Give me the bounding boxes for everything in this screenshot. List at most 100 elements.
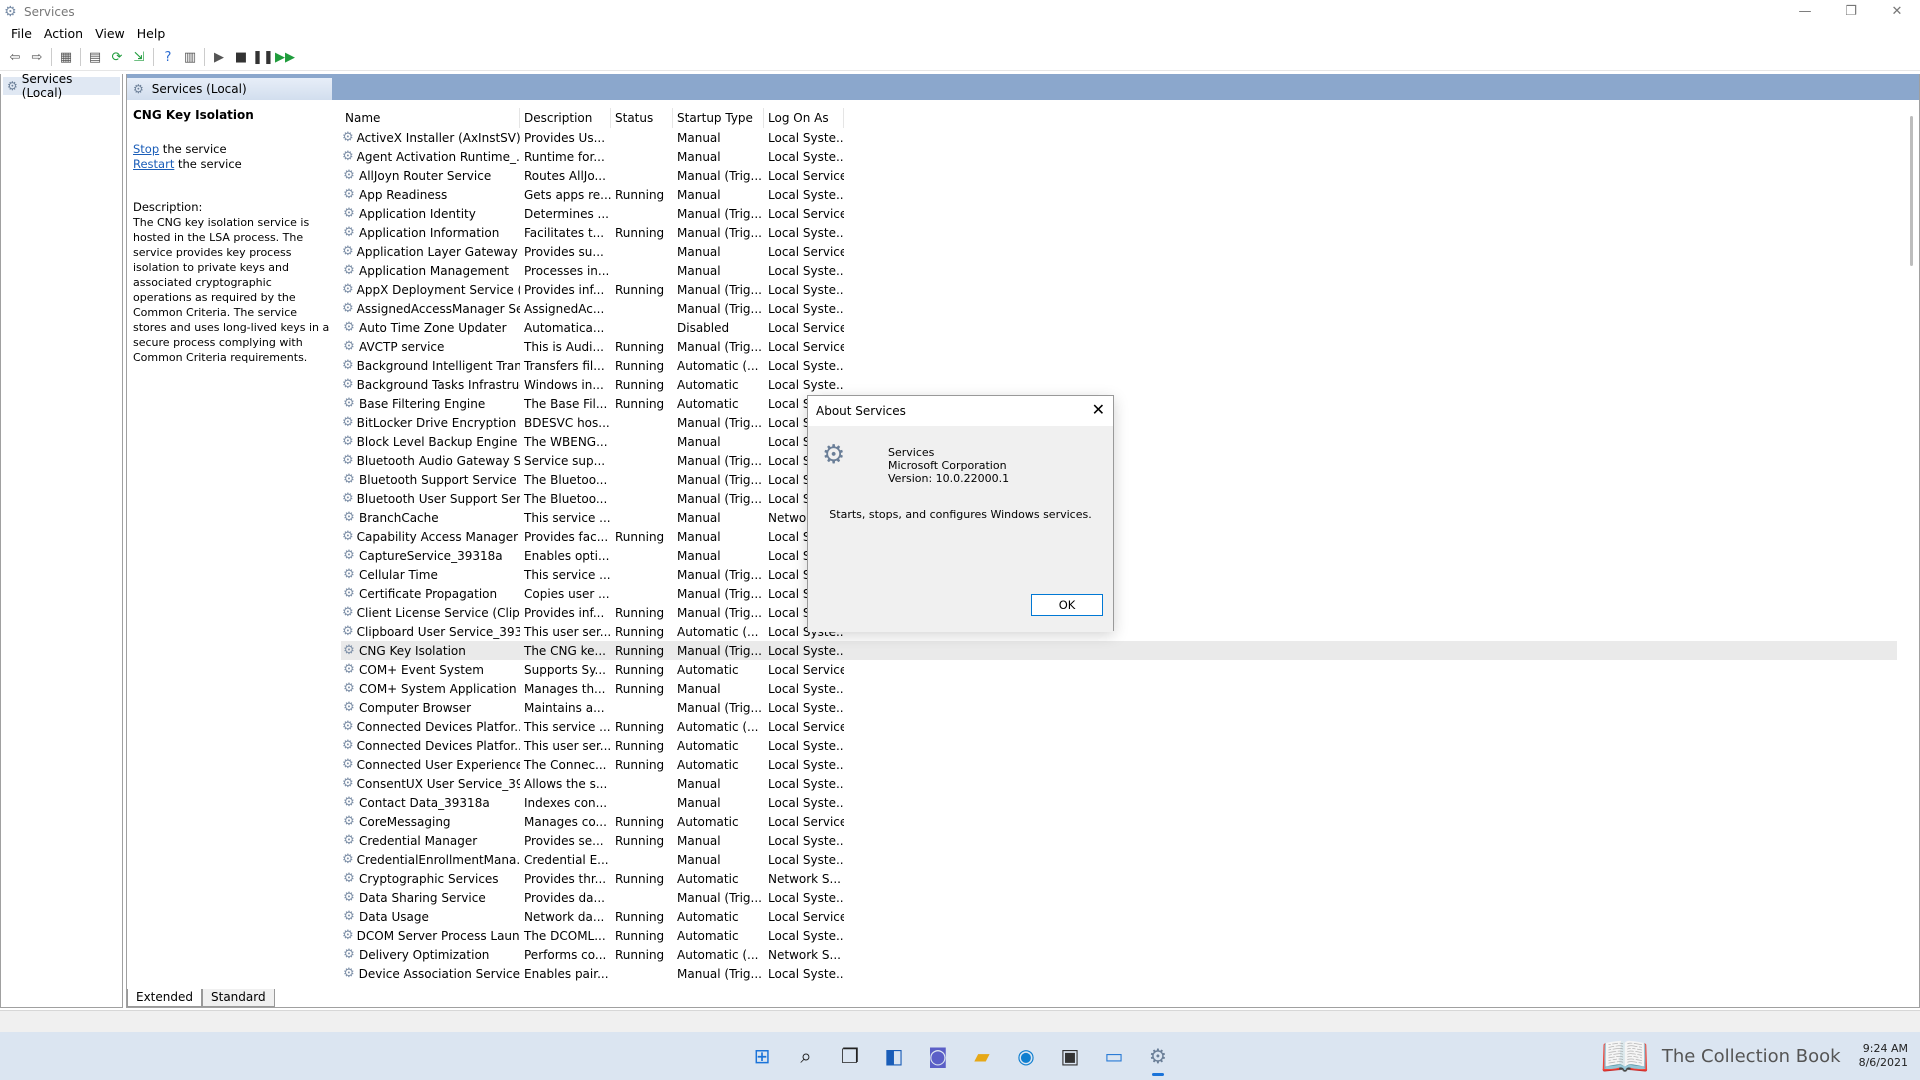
service-description: Facilitates t... <box>524 225 605 240</box>
file-explorer-icon[interactable]: ▰ <box>968 1042 996 1070</box>
service-row[interactable]: ⚙ Base Filtering Engine The Base Fil... Run… <box>341 394 1897 413</box>
column-logon-header[interactable]: Log On As <box>764 108 844 128</box>
service-row[interactable]: ⚙ Application Layer Gateway ... Provides s… <box>341 242 1897 261</box>
service-row[interactable]: ⚙ Computer Browser Maintains a... Manual (T… <box>341 698 1897 717</box>
service-startup-type: Manual (Trig... <box>677 282 762 297</box>
service-row[interactable]: ⚙ App Readiness Gets apps re... Running Manu… <box>341 185 1897 204</box>
service-row[interactable]: ⚙ Background Intelligent Tran... Transfers… <box>341 356 1897 375</box>
service-row[interactable]: ⚙ ActiveX Installer (AxInstSV) Provides Us… <box>341 128 1897 147</box>
service-row[interactable]: ⚙ Agent Activation Runtime_... Runtime for… <box>341 147 1897 166</box>
service-row[interactable]: ⚙ Data Usage Network da... Running Automatic… <box>341 907 1897 926</box>
vertical-scrollbar[interactable] <box>1905 100 1919 984</box>
column-startup-header[interactable]: Startup Type <box>673 108 764 128</box>
service-row[interactable]: ⚙ COM+ System Application Manages th... Run… <box>341 679 1897 698</box>
stop-service-icon[interactable]: ■ <box>230 46 252 68</box>
service-row[interactable]: ⚙Client License Service (ClipS... Provide… <box>341 603 1897 622</box>
service-row[interactable]: ⚙ CredentialEnrollmentMana... Credential E… <box>341 850 1897 869</box>
pause-service-icon[interactable]: ❚❚ <box>252 46 274 68</box>
service-row[interactable]: ⚙ Device Association Service Enables pair.… <box>341 964 1897 983</box>
task-view-icon[interactable]: ❐ <box>836 1042 864 1070</box>
column-name-header[interactable]: ^ Name <box>341 100 520 128</box>
tree-item-services-local[interactable]: ⚙ Services (Local) <box>3 72 120 100</box>
service-row[interactable]: ⚙ Contact Data_39318a Indexes con... Manual… <box>341 793 1897 812</box>
restart-service-link[interactable]: Restart <box>133 157 174 171</box>
tab-standard[interactable]: Standard <box>202 989 275 1007</box>
column-description-header[interactable]: Description <box>520 108 611 128</box>
service-row[interactable]: ⚙ Block Level Backup Engine ... The WBENG.… <box>341 432 1897 451</box>
service-row[interactable]: ⚙ Capability Access Manager ... Provides f… <box>341 527 1897 546</box>
tab-extended[interactable]: Extended <box>127 989 202 1007</box>
service-row[interactable]: ⚙ BranchCache This service ... Manual Networ… <box>341 508 1897 527</box>
service-row[interactable]: ⚙ Bluetooth User Support Ser... The Blueto… <box>341 489 1897 508</box>
refresh-icon[interactable]: ⟳ <box>106 46 128 68</box>
service-row[interactable]: ⚙ Connected User Experience... The Connec.… <box>341 755 1897 774</box>
services-taskbar-icon[interactable]: ⚙ <box>1144 1042 1172 1076</box>
service-gear-icon: ⚙ <box>343 814 355 829</box>
service-name-cell: ⚙ Agent Activation Runtime_... <box>341 150 520 164</box>
service-row[interactable]: ⚙ Background Tasks Infrastruc... Windows i… <box>341 375 1897 394</box>
menu-action[interactable]: Action <box>41 26 92 41</box>
service-startup-type: Automatic <box>677 396 739 411</box>
forward-icon[interactable]: ⇨ <box>26 46 48 68</box>
service-row[interactable]: ⚙ AllJoyn Router Service Routes AllJo... Ma… <box>341 166 1897 185</box>
service-row[interactable]: ⚙ COM+ Event System Supports Sy... Running A… <box>341 660 1897 679</box>
service-row[interactable]: ⚙ Certificate Propagation Copies user ... M… <box>341 584 1897 603</box>
dialog-close-button[interactable]: ✕ <box>1092 402 1105 418</box>
start-icon[interactable]: ⊞ <box>748 1042 776 1070</box>
show-action-pane-icon[interactable]: ▥ <box>179 46 201 68</box>
service-row[interactable]: ⚙ Delivery Optimization Performs co... Runn… <box>341 945 1897 964</box>
export-list-icon[interactable]: ⇲ <box>128 46 150 68</box>
service-gear-icon: ⚙ <box>343 168 355 183</box>
menu-help[interactable]: Help <box>134 26 175 41</box>
restart-service-icon[interactable]: ▶▶ <box>274 46 296 68</box>
service-row[interactable]: ⚙ Auto Time Zone Updater Automatica... Disa… <box>341 318 1897 337</box>
stop-service-link[interactable]: Stop <box>133 142 159 156</box>
service-row[interactable]: ⚙ CaptureService_39318a Enables opti... Man… <box>341 546 1897 565</box>
service-row[interactable]: ⚙ CoreMessaging Manages co... Running Automa… <box>341 812 1897 831</box>
service-row[interactable]: ⚙ Cryptographic Services Provides thr... Ru… <box>341 869 1897 888</box>
chat-icon[interactable]: ◙ <box>924 1042 952 1070</box>
service-row[interactable]: ⚙ Application Information Facilitates t...… <box>341 223 1897 242</box>
service-row[interactable]: ⚙ AssignedAccessManager Se... AssignedAc..… <box>341 299 1897 318</box>
service-row[interactable]: ⚙ Cellular Time This service ... Manual (Tr… <box>341 565 1897 584</box>
service-row[interactable]: ⚙ Bluetooth Audio Gateway S... Service sup… <box>341 451 1897 470</box>
store-icon[interactable]: ▣ <box>1056 1042 1084 1070</box>
menu-view[interactable]: View <box>92 26 134 41</box>
menu-file[interactable]: File <box>8 26 41 41</box>
service-row[interactable]: ⚙ AppX Deployment Service (... Provides in… <box>341 280 1897 299</box>
service-row[interactable]: ⚙ Application Identity Determines ... Manua… <box>341 204 1897 223</box>
edge-browser-icon[interactable]: ◉ <box>1012 1042 1040 1070</box>
start-service-icon[interactable]: ▶ <box>208 46 230 68</box>
restore-button[interactable]: ❐ <box>1828 0 1874 23</box>
service-row[interactable]: ⚙ Data Sharing Service Provides da... Manua… <box>341 888 1897 907</box>
service-row[interactable]: ⚙ AVCTP service This is Audi... Running Manu… <box>341 337 1897 356</box>
properties-icon[interactable]: ▤ <box>84 46 106 68</box>
service-row[interactable]: ⚙ ConsentUX User Service_39... Allows the … <box>341 774 1897 793</box>
service-name: CredentialEnrollmentMana... <box>356 852 520 867</box>
show-console-tree-icon[interactable]: ▦ <box>55 46 77 68</box>
service-row[interactable]: ⚙ DCOM Server Process Laun... The DCOML...… <box>341 926 1897 945</box>
service-row[interactable]: ⚙ Bluetooth Support Service The Bluetoo...… <box>341 470 1897 489</box>
search-icon[interactable]: ⌕ <box>792 1042 820 1070</box>
service-row[interactable]: ⚙Clipboard User Service_3931... This user… <box>341 622 1897 641</box>
service-name-cell: ⚙Clipboard User Service_3931... <box>341 625 520 639</box>
service-row[interactable]: ⚙ Credential Manager Provides se... Running… <box>341 831 1897 850</box>
service-row[interactable]: ⚙ Connected Devices Platfor... This user s… <box>341 736 1897 755</box>
remote-desktop-icon[interactable]: ▭ <box>1100 1042 1128 1070</box>
close-button[interactable]: ✕ <box>1874 0 1920 23</box>
widgets-icon[interactable]: ◧ <box>880 1042 908 1070</box>
service-name-cell: ⚙ Connected Devices Platfor... <box>341 739 520 753</box>
service-gear-icon: ⚙ <box>343 833 355 848</box>
help-icon[interactable]: ? <box>157 46 179 68</box>
column-status-header[interactable]: Status <box>611 108 673 128</box>
ok-button[interactable]: OK <box>1031 594 1103 616</box>
service-row[interactable]: ⚙ BitLocker Drive Encryption ... BDESVC ho… <box>341 413 1897 432</box>
service-row[interactable]: ⚙ Connected Devices Platfor... This servic… <box>341 717 1897 736</box>
back-icon[interactable]: ⇦ <box>4 46 26 68</box>
clock[interactable]: 9:24 AM 8/6/2021 <box>1859 1042 1908 1070</box>
service-row[interactable]: ⚙ CNG Key Isolation The CNG ke... Running Ma… <box>341 641 1897 660</box>
minimize-button[interactable]: — <box>1782 0 1828 23</box>
service-row[interactable]: ⚙ Application Management Processes in... Ma… <box>341 261 1897 280</box>
scrollbar-thumb[interactable] <box>1910 116 1913 266</box>
service-name-cell: ⚙ Device Association Service <box>341 967 520 981</box>
